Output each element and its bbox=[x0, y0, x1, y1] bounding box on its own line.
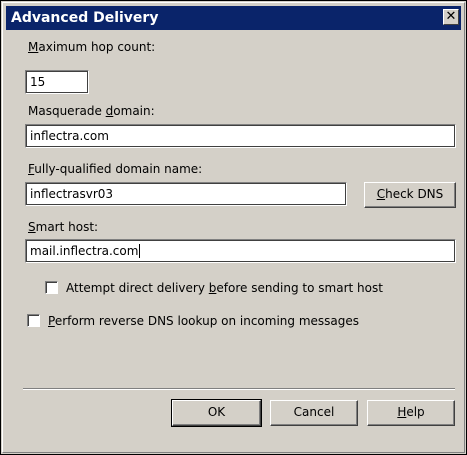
masquerade-domain-label: Masquerade domain: bbox=[28, 104, 155, 118]
text-caret bbox=[139, 244, 141, 258]
help-label-access-key: H bbox=[397, 405, 407, 419]
reverse-dns-label-access-key: P bbox=[48, 314, 55, 328]
fqdn-label-post: ully-qualified domain name: bbox=[34, 162, 203, 176]
direct-delivery-label[interactable]: Attempt direct delivery before sending t… bbox=[66, 281, 383, 295]
title-bar[interactable]: Advanced Delivery ✕ bbox=[6, 6, 461, 30]
fqdn-value: inflectrasvr03 bbox=[30, 187, 114, 201]
masquerade-label-post: omain: bbox=[113, 104, 155, 118]
close-button[interactable]: ✕ bbox=[443, 9, 459, 25]
smart-host-value: mail.inflectra.com bbox=[30, 244, 139, 258]
help-button[interactable]: Help bbox=[367, 400, 455, 426]
button-separator bbox=[23, 388, 455, 390]
cancel-button[interactable]: Cancel bbox=[270, 400, 358, 426]
ok-button-label: OK bbox=[207, 405, 226, 419]
close-icon: ✕ bbox=[445, 9, 457, 24]
masquerade-domain-value: inflectra.com bbox=[30, 129, 109, 143]
check-dns-label-post: heck DNS bbox=[385, 187, 444, 201]
ok-button[interactable]: OK bbox=[171, 399, 262, 427]
max-hop-label-post: aximum hop count: bbox=[38, 40, 156, 54]
max-hop-count-value: 15 bbox=[30, 75, 46, 89]
dialog-title: Advanced Delivery bbox=[11, 10, 159, 26]
smart-host-label: Smart host: bbox=[28, 220, 98, 234]
cancel-button-label: Cancel bbox=[293, 405, 335, 419]
help-label-post: elp bbox=[406, 405, 425, 419]
direct-delivery-checkbox[interactable] bbox=[45, 281, 58, 294]
smart-host-input[interactable]: mail.inflectra.com bbox=[25, 239, 456, 263]
smart-host-label-post: mart host: bbox=[35, 220, 99, 234]
reverse-dns-checkbox[interactable] bbox=[27, 314, 40, 327]
max-hop-label-access-key: M bbox=[28, 40, 39, 54]
max-hop-count-input[interactable]: 15 bbox=[25, 70, 89, 94]
reverse-dns-label-post: erform reverse DNS lookup on incoming me… bbox=[54, 314, 360, 328]
max-hop-count-label: Maximum hop count: bbox=[28, 40, 155, 54]
reverse-dns-label[interactable]: Perform reverse DNS lookup on incoming m… bbox=[48, 314, 359, 328]
masquerade-domain-input[interactable]: inflectra.com bbox=[25, 124, 456, 148]
masquerade-label-pre: Masquerade bbox=[28, 104, 106, 118]
direct-delivery-label-pre: Attempt direct delivery bbox=[66, 281, 209, 295]
smart-host-label-access-key: S bbox=[28, 220, 36, 234]
advanced-delivery-dialog: Advanced Delivery ✕ Maximum hop count: 1… bbox=[0, 0, 467, 455]
check-dns-button[interactable]: Check DNS bbox=[364, 182, 456, 208]
fqdn-input[interactable]: inflectrasvr03 bbox=[25, 182, 347, 206]
check-dns-label-access-key: C bbox=[376, 187, 386, 201]
fqdn-label: Fully-qualified domain name: bbox=[28, 162, 202, 176]
direct-delivery-label-post: efore sending to smart host bbox=[216, 281, 383, 295]
